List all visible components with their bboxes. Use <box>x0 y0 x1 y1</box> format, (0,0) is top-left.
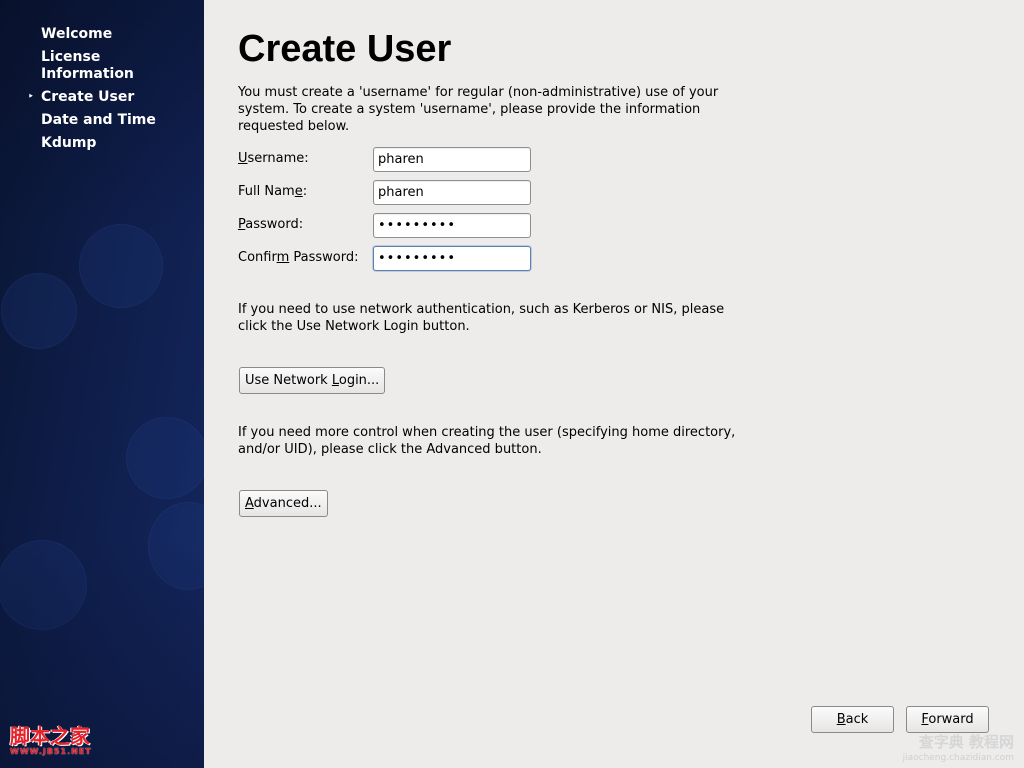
confirm-password-row: Confirm Password: <box>238 246 538 271</box>
step-kdump: Kdump <box>0 135 204 152</box>
back-button[interactable]: Back <box>811 706 894 733</box>
step-label: Kdump <box>41 135 97 151</box>
step-welcome: Welcome <box>0 26 204 43</box>
logo-text: 脚本之家 <box>10 724 90 748</box>
password-input[interactable] <box>373 213 531 238</box>
password-label: Password: <box>238 217 304 232</box>
step-label: Date and Time <box>41 112 156 128</box>
step-date-and-time: Date and Time <box>0 112 204 129</box>
main-panel: Create User You must create a 'username'… <box>238 0 998 768</box>
intro-text: You must create a 'username' for regular… <box>238 85 719 134</box>
fullname-input[interactable] <box>373 180 531 205</box>
decorative-circle <box>148 502 204 590</box>
watermark-title: 查字典 教程网 <box>918 733 1014 751</box>
advanced-button[interactable]: Advanced... <box>239 490 328 517</box>
forward-button[interactable]: Forward <box>906 706 989 733</box>
logo-url: WWW.JB51.NET <box>10 747 92 756</box>
decorative-circle <box>79 224 163 308</box>
step-label: License Information <box>41 49 134 82</box>
password-row: Password: <box>238 213 538 238</box>
decorative-circle <box>126 417 204 499</box>
step-create-user: ‣ Create User <box>0 89 204 106</box>
page-title: Create User <box>238 28 452 70</box>
advanced-text: If you need more control when creating t… <box>238 425 736 457</box>
fullname-row: Full Name: <box>238 180 538 205</box>
site-logo: 脚本之家 WWW.JB51.NET <box>10 725 92 757</box>
fullname-label: Full Name: <box>238 184 308 199</box>
network-auth-text: If you need to use network authenticatio… <box>238 302 725 334</box>
decorative-circle <box>0 540 87 630</box>
username-label: Username: <box>238 151 309 166</box>
step-list: Welcome License Information ‣ Create User… <box>0 26 204 158</box>
step-license-information: License Information <box>0 49 140 83</box>
sidebar: Welcome License Information ‣ Create User… <box>0 0 204 768</box>
username-row: Username: <box>238 147 538 172</box>
confirm-password-input[interactable] <box>373 246 531 271</box>
username-input[interactable] <box>373 147 531 172</box>
current-step-arrow-icon: ‣ <box>28 92 34 102</box>
step-label: Welcome <box>41 26 113 42</box>
step-label: Create User <box>41 89 135 105</box>
decorative-circle <box>1 273 77 349</box>
watermark-url: jiaocheng.chazidian.com <box>902 753 1014 763</box>
use-network-login-button[interactable]: Use Network Login... <box>239 367 386 394</box>
confirm-password-label: Confirm Password: <box>238 250 359 265</box>
watermark: 查字典 教程网 jiaocheng.chazidian.com <box>903 734 1014 766</box>
